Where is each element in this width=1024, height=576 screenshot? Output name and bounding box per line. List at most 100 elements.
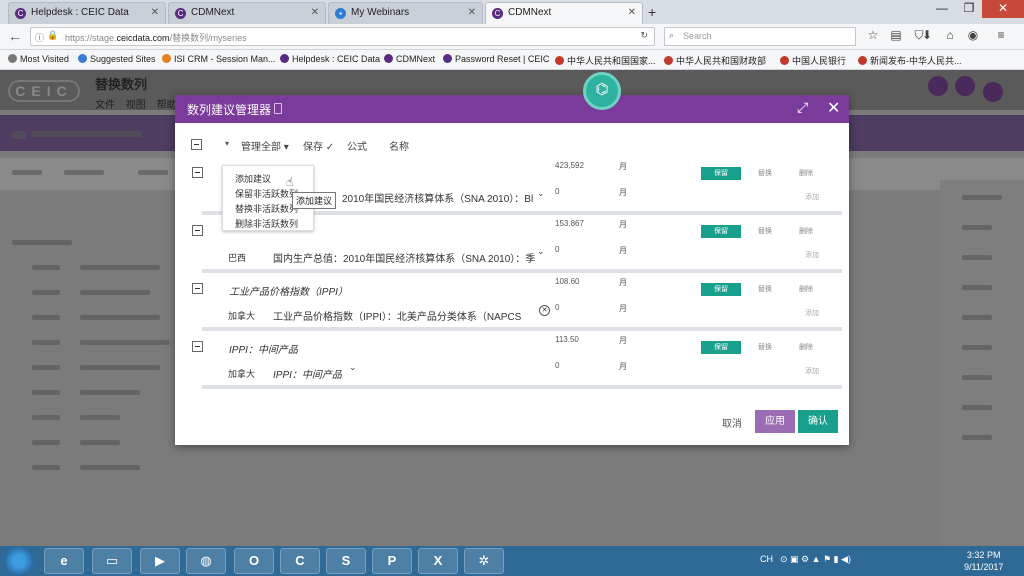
search-box[interactable]: ⌕ Search (664, 27, 856, 46)
delete-button[interactable]: 删除 (799, 342, 813, 352)
menu-icon[interactable]: ≡ (994, 28, 1008, 42)
bookmark-pboc[interactable]: 中国人民银行 (780, 54, 846, 67)
menu-help[interactable]: 帮助 (157, 100, 177, 111)
system-clock[interactable]: 3:32 PM 9/11/2017 (964, 549, 1003, 573)
group-checkbox[interactable] (192, 225, 203, 236)
address-bar[interactable]: ⓘ 🔒 https://stage.ceicdata.com/替换数列/myse… (30, 27, 655, 46)
outlook-icon[interactable]: O (234, 548, 274, 574)
chevron-down-icon[interactable]: ⌄ (349, 362, 357, 373)
series-name[interactable]: 国内生产总值：2010年国民经济核算体系（SNA 2010）：季 (273, 250, 535, 265)
reading-list-icon[interactable]: ▤ (889, 28, 903, 42)
replace-button[interactable]: 替换 (758, 284, 772, 294)
add-button[interactable]: 添加 (805, 308, 819, 318)
window-close-button[interactable]: ✕ (982, 0, 1024, 18)
tab-label: My Webinars (351, 7, 410, 18)
notification-icon[interactable] (928, 76, 948, 96)
windows-start-icon[interactable] (4, 547, 34, 575)
apply-button[interactable]: 应用 (755, 410, 795, 433)
add-button[interactable]: 添加 (805, 366, 819, 376)
reload-icon[interactable]: ↻ (640, 30, 648, 41)
shield-icon[interactable]: ◉ (966, 28, 980, 42)
minimize-button[interactable]: — (928, 0, 956, 18)
bookmark-mof[interactable]: 中华人民共和国财政部 (664, 54, 766, 67)
replace-button[interactable]: 替换 (758, 342, 772, 352)
clear-icon[interactable]: ✕ (539, 305, 550, 316)
add-button[interactable]: 添加 (805, 192, 819, 202)
keep-button[interactable]: 保留 (701, 225, 741, 238)
new-tab-button[interactable]: + (648, 4, 656, 20)
delete-button[interactable]: 删除 (799, 284, 813, 294)
back-icon[interactable]: ← (8, 28, 22, 44)
formula-toggle[interactable]: 公式 (347, 138, 367, 153)
close-icon[interactable]: ✕ (827, 98, 840, 118)
replace-button[interactable]: 替换 (758, 226, 772, 236)
excel-icon[interactable]: X (418, 548, 458, 574)
ceic-app-icon[interactable]: C (280, 548, 320, 574)
media-player-icon[interactable]: ▶ (140, 548, 180, 574)
cancel-button[interactable]: 取消 (722, 415, 742, 430)
group-checkbox[interactable] (192, 341, 203, 352)
series-name[interactable]: ：2010年国民经济核算体系（SNA 2010）：Bl (332, 190, 533, 205)
add-button[interactable]: 添加 (805, 250, 819, 260)
bookmark-helpdesk[interactable]: Helpdesk : CEIC Data (280, 54, 380, 64)
chevron-down-icon[interactable]: ▾ (225, 139, 229, 148)
confirm-button[interactable]: 确认 (798, 410, 838, 433)
tab-webinars[interactable]: ▪ My Webinars ✕ (328, 2, 483, 24)
series-name[interactable]: 工业产品价格指数（IPPI）：北美产品分类体系（NAPCS (273, 308, 521, 323)
menu-file[interactable]: 文件 (95, 100, 115, 111)
replace-button[interactable]: 替换 (758, 168, 772, 178)
tab-close-icon[interactable]: ✕ (311, 7, 319, 18)
tab-close-icon[interactable]: ✕ (151, 7, 159, 18)
firefox-icon[interactable]: ◍ (186, 548, 226, 574)
bookmark-suggested[interactable]: Suggested Sites (78, 54, 156, 64)
panel-row (962, 315, 992, 320)
powerpoint-icon[interactable]: P (372, 548, 412, 574)
save-dropdown[interactable]: 保存 ✓ (303, 138, 334, 153)
bookmark-news[interactable]: 新闻发布-中华人民共... (858, 54, 962, 67)
ie-icon[interactable]: e (44, 548, 84, 574)
series-country: 巴西 (228, 253, 247, 263)
chevron-down-icon[interactable]: ⌄ (537, 188, 545, 199)
chat-bubble-icon[interactable]: ⌬ (583, 72, 621, 110)
skype-icon[interactable]: S (326, 548, 366, 574)
group-checkbox[interactable] (192, 283, 203, 294)
menu-delete-inactive[interactable]: 删除非活跃数列 (235, 217, 298, 230)
tab-helpdesk[interactable]: C Helpdesk : CEIC Data ✕ (8, 2, 166, 24)
name-toggle[interactable]: 名称 (389, 138, 409, 153)
tab-close-icon[interactable]: ✕ (468, 7, 476, 18)
settings-icon[interactable]: ✲ (464, 548, 504, 574)
keep-button[interactable]: 保留 (701, 167, 741, 180)
bookmarks-bar: Most Visited Suggested Sites ISI CRM - S… (0, 50, 1024, 70)
maximize-button[interactable]: ❐ (955, 0, 983, 18)
tab-cdmnext-1[interactable]: C CDMNext ✕ (168, 2, 326, 24)
menu-view[interactable]: 视图 (126, 100, 146, 111)
series-name[interactable]: IPPI：中间产品 (273, 366, 342, 381)
avatar[interactable] (983, 82, 1003, 102)
folder-icon[interactable]: ▭ (92, 548, 132, 574)
home-icon[interactable]: ⌂ (943, 28, 957, 42)
bookmark-most-visited[interactable]: Most Visited (8, 54, 69, 64)
download-icon[interactable]: ⬇ (920, 28, 934, 42)
input-language[interactable]: CH (760, 554, 773, 564)
bookmark-isi-crm[interactable]: ISI CRM - Session Man... (162, 54, 276, 64)
tray-icons[interactable]: ⊙ ▣ ⚙ ▲ ⚑ ▮ ◀) (780, 554, 851, 565)
star-icon[interactable]: ☆ (866, 28, 880, 42)
chevron-down-icon[interactable]: ⌄ (537, 246, 545, 257)
tab-close-icon[interactable]: ✕ (628, 7, 636, 18)
delete-button[interactable]: 删除 (799, 168, 813, 178)
menu-add-suggestion[interactable]: 添加建议 (235, 172, 271, 185)
tab-cdmnext-active[interactable]: C CDMNext ✕ (485, 2, 643, 24)
bookmark-gov-1[interactable]: 中华人民共和国国家... (555, 54, 656, 67)
info-icon[interactable]: ⓘ (35, 31, 44, 44)
keep-button[interactable]: 保留 (701, 341, 741, 354)
bookmark-password-reset[interactable]: Password Reset | CEIC (443, 54, 549, 64)
select-all-checkbox[interactable] (191, 139, 202, 150)
delete-button[interactable]: 删除 (799, 226, 813, 236)
message-icon[interactable] (955, 76, 975, 96)
expand-icon[interactable]: ⤢ (797, 99, 808, 116)
bookmark-cdmnext[interactable]: CDMNext (384, 54, 435, 64)
keep-button[interactable]: 保留 (701, 283, 741, 296)
manage-all-dropdown[interactable]: 管理全部 ▾ (241, 138, 289, 153)
menu-replace-inactive[interactable]: 替换非活跃数列 (235, 202, 298, 215)
group-checkbox[interactable] (192, 167, 203, 178)
